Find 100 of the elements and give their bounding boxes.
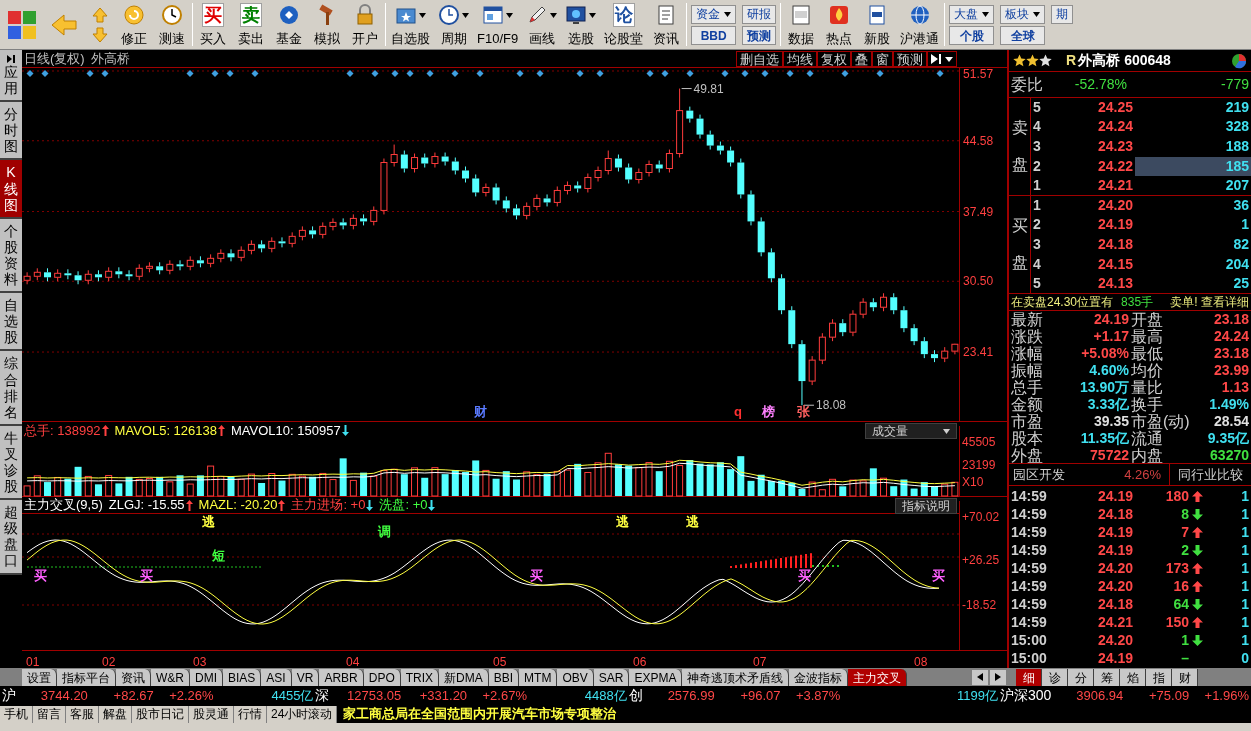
industry-compare-button[interactable]: 同行业比较 bbox=[1169, 463, 1251, 486]
panel-tab[interactable]: 细 bbox=[1016, 669, 1042, 686]
volume-selector[interactable]: 成交量 bbox=[865, 423, 958, 439]
book-volume[interactable]: 328 bbox=[1135, 117, 1251, 137]
dropdown-button[interactable] bbox=[927, 50, 957, 67]
toolbar-button[interactable]: 卖 卖出 bbox=[233, 0, 269, 49]
news-ticker[interactable]: 家工商总局在全国范围内开展汽车市场专项整治 bbox=[343, 704, 617, 724]
indicator-tab[interactable]: SAR bbox=[593, 669, 630, 686]
panel-tab[interactable]: 筹 bbox=[1094, 669, 1120, 686]
toolbar-button[interactable]: 数据 bbox=[783, 0, 820, 49]
indicator-tab[interactable]: 新DMA bbox=[439, 669, 489, 686]
toolbar-button[interactable]: 买 买入 bbox=[195, 0, 231, 49]
chart-button[interactable]: 均线 bbox=[783, 50, 817, 67]
toolbar-button[interactable]: 修正 bbox=[116, 0, 152, 49]
toolbar-button[interactable]: 沪港通 bbox=[897, 0, 943, 49]
footer-button[interactable]: 24小时滚动 bbox=[267, 705, 338, 723]
footer-button[interactable]: 客服 bbox=[66, 705, 99, 723]
toolbar-button[interactable]: 大盘 bbox=[949, 4, 995, 24]
chart-button[interactable]: 预测 bbox=[893, 50, 927, 67]
indicator-tab[interactable]: TRIX bbox=[400, 669, 440, 686]
chart-button[interactable]: 复权 bbox=[817, 50, 851, 67]
panel-tab[interactable]: 诊 bbox=[1042, 669, 1068, 686]
chart-button[interactable]: 窗 bbox=[872, 50, 893, 67]
sidebar-tab[interactable]: 分时图 bbox=[0, 102, 22, 161]
sidebar-tab[interactable]: 超级盘口 bbox=[0, 500, 22, 575]
sidebar-tab[interactable]: 个股资料 bbox=[0, 218, 22, 294]
toolbar-button[interactable]: 基金 bbox=[271, 0, 307, 49]
panel-tab[interactable]: 焰 bbox=[1120, 669, 1146, 686]
book-volume[interactable]: 1 bbox=[1135, 215, 1251, 235]
toolbar-button[interactable]: 研报 bbox=[742, 4, 777, 24]
book-volume[interactable]: 185 bbox=[1135, 156, 1251, 176]
indicator-tab[interactable]: VR bbox=[291, 669, 320, 686]
toolbar-button[interactable]: 开户 bbox=[347, 0, 383, 49]
indicator-tab[interactable]: ARBR bbox=[319, 669, 364, 686]
toolbar-button[interactable]: 资讯 bbox=[648, 0, 685, 49]
indicator-tab[interactable]: W&R bbox=[151, 669, 190, 686]
chart-button[interactable]: 删自选 bbox=[736, 50, 783, 67]
event-marker[interactable]: q bbox=[734, 405, 742, 419]
indicator-tab[interactable]: 主力交叉 bbox=[848, 669, 908, 686]
sidebar-tab[interactable]: 综合排名 bbox=[0, 351, 22, 426]
toolbar-button[interactable]: 选股 bbox=[562, 0, 600, 49]
indicator-tab[interactable]: 设置 bbox=[22, 669, 57, 686]
book-volume[interactable]: 36 bbox=[1135, 195, 1251, 215]
scroll-right-button[interactable] bbox=[990, 669, 1006, 685]
toolbar-button[interactable]: F10/F9 bbox=[474, 0, 522, 49]
footer-button[interactable]: 解盘 bbox=[99, 705, 132, 723]
indicator-tab[interactable]: BBI bbox=[488, 669, 520, 686]
toolbar-button[interactable]: 周期 bbox=[435, 0, 472, 49]
sidebar-tab[interactable]: 牛叉诊股 bbox=[0, 425, 22, 501]
indicator-tab[interactable]: 资讯 bbox=[116, 669, 151, 686]
indicator-tab[interactable]: 神奇逃顶术矛盾线 bbox=[682, 669, 790, 686]
panel-tab[interactable]: 分 bbox=[1068, 669, 1094, 686]
book-volume[interactable]: 188 bbox=[1135, 137, 1251, 156]
chart-button[interactable]: 叠 bbox=[851, 50, 872, 67]
toolbar-button[interactable]: BBD bbox=[691, 25, 737, 45]
book-volume[interactable]: 207 bbox=[1135, 176, 1251, 196]
panel-tab[interactable]: 指 bbox=[1146, 669, 1172, 686]
indicator-tab[interactable]: 金波指标 bbox=[789, 669, 849, 686]
toolbar-button[interactable]: 期 bbox=[1051, 4, 1074, 24]
toolbar-button[interactable]: 画线 bbox=[523, 0, 561, 49]
event-marker[interactable]: 张 bbox=[797, 405, 810, 419]
indicator-tab[interactable]: ASI bbox=[261, 669, 292, 686]
indicator-tab[interactable]: OBV bbox=[557, 669, 594, 686]
book-volume[interactable]: 204 bbox=[1135, 254, 1251, 274]
toolbar-button[interactable]: 资金 bbox=[691, 4, 737, 24]
book-volume[interactable]: 25 bbox=[1135, 274, 1251, 294]
scroll-left-button[interactable] bbox=[972, 669, 988, 685]
indicator-tab[interactable]: EXPMA bbox=[629, 669, 683, 686]
indicator-tab[interactable]: DPO bbox=[363, 669, 401, 686]
toolbar-button[interactable]: 热点 bbox=[821, 0, 858, 49]
toolbar-button[interactable]: 模拟 bbox=[309, 0, 345, 49]
footer-button[interactable]: 手机 bbox=[0, 705, 33, 723]
toolbar-button[interactable]: 自选股 bbox=[388, 0, 433, 49]
toolbar-button[interactable]: 板块 bbox=[1000, 4, 1046, 24]
down-button[interactable] bbox=[91, 25, 109, 44]
footer-button[interactable]: 股灵通 bbox=[189, 705, 234, 723]
indicator-tab[interactable]: 指标平台 bbox=[57, 669, 116, 686]
indicator-tab[interactable]: BIAS bbox=[223, 669, 262, 686]
toolbar-button[interactable]: 测速 bbox=[154, 0, 190, 49]
up-button[interactable] bbox=[91, 5, 109, 24]
toolbar-button[interactable]: 个股 bbox=[949, 25, 995, 45]
toolbar-button[interactable]: 全球 bbox=[1000, 25, 1046, 45]
book-volume[interactable]: 82 bbox=[1135, 235, 1251, 254]
event-marker[interactable]: 财 bbox=[474, 405, 487, 419]
sidebar-tab[interactable]: 应用 bbox=[0, 50, 22, 103]
footer-button[interactable]: 股市日记 bbox=[132, 705, 189, 723]
footer-button[interactable]: 留言 bbox=[33, 705, 66, 723]
book-volume[interactable]: 219 bbox=[1135, 97, 1251, 117]
toolbar-button[interactable]: 预测 bbox=[742, 25, 777, 45]
sidebar-tab[interactable]: K线图 bbox=[0, 160, 22, 219]
sidebar-tab[interactable]: 自选股 bbox=[0, 293, 22, 352]
order-alert-link[interactable]: 卖单! 查看详细 bbox=[1170, 293, 1249, 311]
footer-button[interactable]: 行情 bbox=[234, 705, 267, 723]
panel-tab[interactable]: 财 bbox=[1172, 669, 1198, 686]
toolbar-button[interactable]: 论 论股堂 bbox=[601, 0, 647, 49]
indicator-help-button[interactable]: 指标说明 bbox=[895, 498, 958, 514]
toolbar-button[interactable]: 新股 bbox=[859, 0, 896, 49]
event-marker[interactable]: 榜 bbox=[762, 405, 775, 419]
indicator-tab[interactable]: MTM bbox=[519, 669, 558, 686]
indicator-tab[interactable]: DMI bbox=[190, 669, 223, 686]
